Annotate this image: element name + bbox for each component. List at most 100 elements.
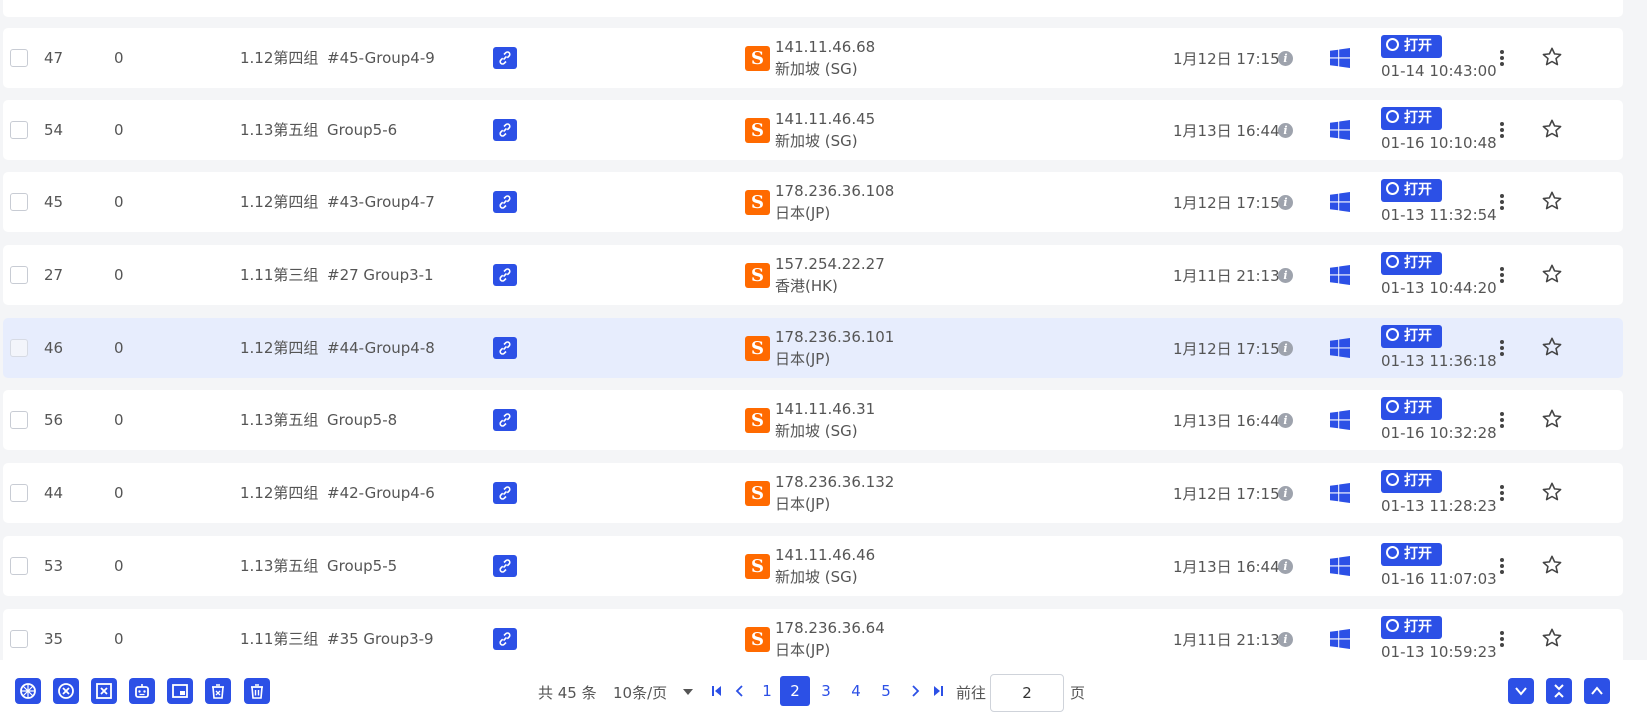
row-checkbox[interactable] bbox=[10, 193, 28, 211]
row-name[interactable]: #43-Group4-7 bbox=[327, 192, 435, 212]
page-number[interactable]: 5 bbox=[875, 676, 897, 706]
info-icon[interactable]: i bbox=[1278, 341, 1293, 356]
window-arrange-button[interactable] bbox=[167, 678, 193, 704]
page-number[interactable]: 4 bbox=[845, 676, 867, 706]
proxy-ip: 157.254.22.27 bbox=[775, 255, 885, 273]
page-size-select[interactable]: 10条/页 bbox=[613, 682, 667, 703]
more-vertical-icon[interactable] bbox=[1499, 48, 1505, 68]
row-checkbox[interactable] bbox=[10, 266, 28, 284]
link-button[interactable] bbox=[493, 119, 517, 141]
table-row[interactable]: 47 0 1.12第四组 #45-Group4-9 S 141.11.46.68… bbox=[3, 28, 1623, 88]
open-button[interactable]: 打开 bbox=[1381, 543, 1442, 566]
row-checkbox[interactable] bbox=[10, 339, 28, 357]
page-number-active[interactable]: 2 bbox=[780, 676, 810, 706]
open-button[interactable]: 打开 bbox=[1381, 616, 1442, 639]
clear-cache-button[interactable] bbox=[91, 678, 117, 704]
more-vertical-icon[interactable] bbox=[1499, 629, 1505, 649]
open-button[interactable]: 打开 bbox=[1381, 325, 1442, 348]
info-icon[interactable]: i bbox=[1278, 123, 1293, 138]
close-browser-button[interactable] bbox=[53, 678, 79, 704]
automation-button[interactable] bbox=[129, 678, 155, 704]
row-checkbox[interactable] bbox=[10, 411, 28, 429]
more-vertical-icon[interactable] bbox=[1499, 483, 1505, 503]
row-name[interactable]: #35 Group3-9 bbox=[327, 629, 434, 649]
open-button[interactable]: 打开 bbox=[1381, 397, 1442, 420]
proxy-check-button[interactable] bbox=[15, 678, 41, 704]
last-page-icon[interactable] bbox=[929, 681, 947, 701]
table-row[interactable]: 44 0 1.12第四组 #42-Group4-6 S 178.236.36.1… bbox=[3, 463, 1623, 523]
star-icon[interactable] bbox=[1541, 263, 1563, 285]
table-row[interactable]: 54 0 1.13第五组 Group5-6 S 141.11.46.45 新加坡… bbox=[3, 100, 1623, 160]
link-button[interactable] bbox=[493, 47, 517, 69]
table-row[interactable]: 27 0 1.11第三组 #27 Group3-1 S 157.254.22.2… bbox=[3, 245, 1623, 305]
open-button[interactable]: 打开 bbox=[1381, 252, 1442, 275]
row-name[interactable]: #42-Group4-6 bbox=[327, 483, 435, 503]
next-page-icon[interactable] bbox=[906, 681, 924, 701]
info-icon[interactable]: i bbox=[1278, 559, 1293, 574]
open-button[interactable]: 打开 bbox=[1381, 179, 1442, 202]
open-button[interactable]: 打开 bbox=[1381, 470, 1442, 493]
table-row[interactable]: 53 0 1.13第五组 Group5-5 S 141.11.46.46 新加坡… bbox=[3, 536, 1623, 596]
proxy-ip: 141.11.46.46 bbox=[775, 546, 876, 564]
star-icon[interactable] bbox=[1541, 336, 1563, 358]
info-icon[interactable]: i bbox=[1278, 268, 1293, 283]
row-checkbox[interactable] bbox=[10, 557, 28, 575]
info-icon[interactable]: i bbox=[1278, 413, 1293, 428]
open-button[interactable]: 打开 bbox=[1381, 35, 1442, 58]
open-button[interactable]: 打开 bbox=[1381, 107, 1442, 130]
info-icon[interactable]: i bbox=[1278, 486, 1293, 501]
info-icon[interactable]: i bbox=[1278, 51, 1293, 66]
row-checkbox[interactable] bbox=[10, 49, 28, 67]
link-button[interactable] bbox=[493, 555, 517, 577]
more-vertical-icon[interactable] bbox=[1499, 410, 1505, 430]
link-button[interactable] bbox=[493, 264, 517, 286]
link-icon bbox=[499, 268, 511, 282]
star-icon[interactable] bbox=[1541, 481, 1563, 503]
table-row[interactable]: 46 0 1.12第四组 #44-Group4-8 S 178.236.36.1… bbox=[3, 318, 1623, 378]
star-icon[interactable] bbox=[1541, 627, 1563, 649]
page-number[interactable]: 1 bbox=[756, 676, 778, 706]
more-vertical-icon[interactable] bbox=[1499, 556, 1505, 576]
row-name[interactable]: #27 Group3-1 bbox=[327, 265, 434, 285]
page-number[interactable]: 3 bbox=[815, 676, 837, 706]
row-checkbox[interactable] bbox=[10, 630, 28, 648]
collapse-button[interactable] bbox=[1546, 678, 1572, 704]
row-checkbox[interactable] bbox=[10, 484, 28, 502]
row-checkbox[interactable] bbox=[10, 121, 28, 139]
star-icon[interactable] bbox=[1541, 118, 1563, 140]
scroll-down-button[interactable] bbox=[1508, 678, 1534, 704]
more-vertical-icon[interactable] bbox=[1499, 192, 1505, 212]
table-row-partial bbox=[3, 0, 1623, 17]
link-button[interactable] bbox=[493, 337, 517, 359]
row-group: 1.12第四组 bbox=[240, 339, 319, 357]
row-name[interactable]: Group5-5 bbox=[327, 556, 397, 576]
chevron-down-icon[interactable] bbox=[683, 689, 693, 695]
star-icon[interactable] bbox=[1541, 190, 1563, 212]
info-icon[interactable]: i bbox=[1278, 195, 1293, 210]
table-row[interactable]: 56 0 1.13第五组 Group5-8 S 141.11.46.31 新加坡… bbox=[3, 390, 1623, 450]
row-name[interactable]: #45-Group4-9 bbox=[327, 48, 435, 68]
link-button[interactable] bbox=[493, 482, 517, 504]
star-icon[interactable] bbox=[1541, 554, 1563, 576]
delete-button[interactable] bbox=[244, 678, 270, 704]
star-icon[interactable] bbox=[1541, 46, 1563, 68]
recycle-bin-button[interactable] bbox=[205, 678, 231, 704]
goto-page-input[interactable]: 2 bbox=[990, 674, 1064, 712]
link-button[interactable] bbox=[493, 191, 517, 213]
info-icon[interactable]: i bbox=[1278, 632, 1293, 647]
more-vertical-icon[interactable] bbox=[1499, 265, 1505, 285]
table-row[interactable]: 45 0 1.12第四组 #43-Group4-7 S 178.236.36.1… bbox=[3, 172, 1623, 232]
scroll-up-button[interactable] bbox=[1584, 678, 1610, 704]
more-vertical-icon[interactable] bbox=[1499, 120, 1505, 140]
row-name[interactable]: Group5-8 bbox=[327, 410, 397, 430]
row-name[interactable]: #44-Group4-8 bbox=[327, 338, 435, 358]
prev-page-icon[interactable] bbox=[731, 681, 749, 701]
more-vertical-icon[interactable] bbox=[1499, 338, 1505, 358]
proxy-s-icon: S bbox=[745, 46, 770, 71]
star-icon[interactable] bbox=[1541, 408, 1563, 430]
link-button[interactable] bbox=[493, 409, 517, 431]
link-button[interactable] bbox=[493, 628, 517, 650]
goto-label: 前往 bbox=[956, 684, 987, 702]
first-page-icon[interactable] bbox=[708, 681, 726, 701]
row-name[interactable]: Group5-6 bbox=[327, 120, 397, 140]
